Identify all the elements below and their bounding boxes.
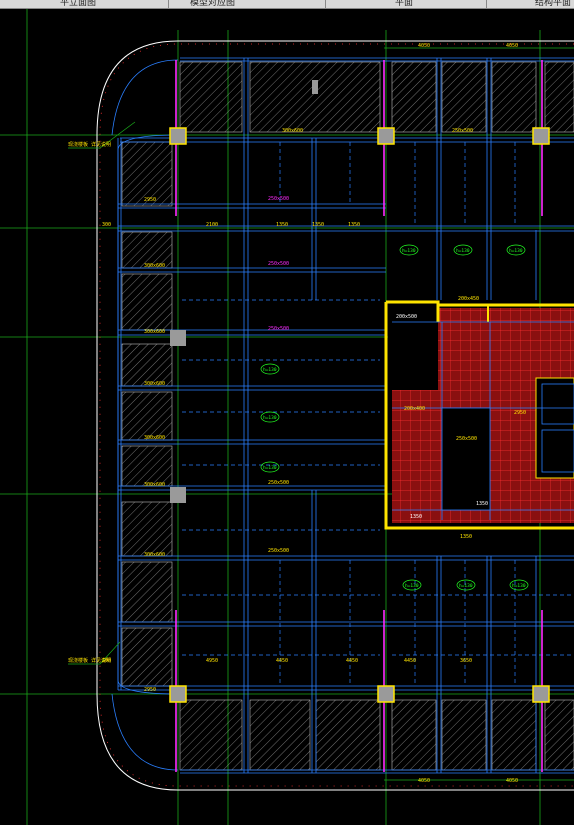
beam-label-magenta: 250x500 — [268, 196, 289, 202]
dim-row-b: 4450 — [346, 658, 358, 664]
tab-plan[interactable]: 平面 — [395, 0, 413, 8]
dim-row-a: 1350 — [348, 222, 360, 228]
beam-label: 250x500 — [452, 128, 473, 134]
beam-label: 300x600 — [144, 435, 165, 441]
dim-bottom-span-2: 4050 — [506, 778, 518, 784]
slab-tag: h=130 — [459, 583, 473, 589]
beam-label: 300x600 — [282, 128, 303, 134]
slab-tag: h=130 — [512, 583, 526, 589]
dim-row-b: 3650 — [460, 658, 472, 664]
slab-tag: h=130 — [263, 415, 277, 421]
slab-edge-arc — [111, 693, 179, 771]
core-label: 200x500 — [396, 314, 417, 320]
slab-tag: h=130 — [509, 248, 523, 254]
tab-plan-elevation[interactable]: 平立面图 — [60, 0, 96, 8]
tab-divider — [325, 0, 326, 8]
beam-label: 300x600 — [144, 381, 165, 387]
beam-label: 250x500 — [268, 480, 289, 486]
core-label: 2950 — [514, 410, 526, 416]
dim-row-a: 1350 — [312, 222, 324, 228]
slab-tag: h=130 — [402, 248, 416, 254]
dim-row-b: 4450 — [404, 658, 416, 664]
beam-label: 250x500 — [268, 548, 289, 554]
tab-structure-plan[interactable]: 结构平面 — [535, 0, 571, 8]
core-label: 200x400 — [404, 406, 425, 412]
dim-row-a: 300 — [102, 222, 111, 228]
dim-row-b: 4950 — [206, 658, 218, 664]
slab-tag: h=130 — [263, 465, 277, 471]
core-label: 1350 — [460, 534, 472, 540]
slab-tag: h=130 — [263, 367, 277, 373]
tab-divider — [168, 0, 169, 8]
beam-label-magenta: 250x500 — [268, 261, 289, 267]
slab-tag: h=130 — [405, 583, 419, 589]
beam-label: 300x600 — [144, 552, 165, 558]
dim-top-span-1: 4050 — [418, 43, 430, 49]
tab-bar: 平立面图 模型对应图 平面 结构平面 — [0, 0, 574, 9]
callout-text-top: 现浇楼板 详见说明 — [68, 141, 111, 148]
dim-row-a: 1350 — [276, 222, 288, 228]
core-label: 250x500 — [456, 436, 477, 442]
dim-top-span-2: 4050 — [506, 43, 518, 49]
beam-label: 300x600 — [144, 263, 165, 269]
dim-row-a: 2950 — [144, 197, 156, 203]
dim-row-b: 4450 — [276, 658, 288, 664]
tab-model-map[interactable]: 模型对应图 — [190, 0, 235, 8]
core-label: 200x450 — [458, 296, 479, 302]
dim-row-a: 2100 — [206, 222, 218, 228]
core-label: 1350 — [476, 501, 488, 507]
beam-label: 300x600 — [144, 329, 165, 335]
dim-bottom-span-1: 4050 — [418, 778, 430, 784]
slab-tag: h=130 — [456, 248, 470, 254]
callout-text-bottom: 现浇楼板 详见说明 — [68, 657, 111, 664]
beam-label: 300x600 — [144, 482, 165, 488]
cad-drawing-canvas[interactable]: 4050 4050 4050 4050 300 2950 2100 1350 1… — [0, 9, 574, 825]
slab-edge-arc — [111, 59, 179, 136]
core-walls — [384, 300, 574, 530]
core-label: 1350 — [410, 514, 422, 520]
dim-row-a: 2950 — [144, 687, 156, 693]
tab-divider — [486, 0, 487, 8]
beam-label-magenta: 250x500 — [268, 326, 289, 332]
